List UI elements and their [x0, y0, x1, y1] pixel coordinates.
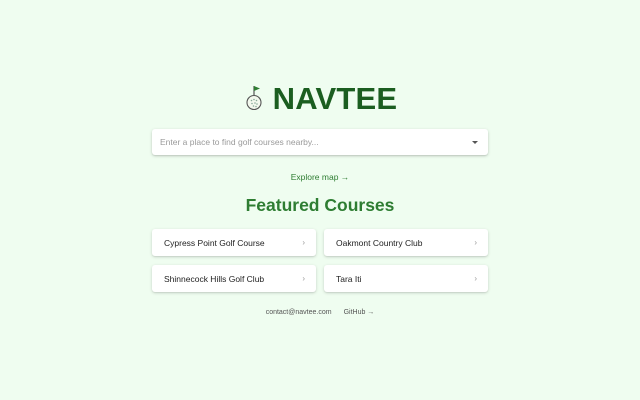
- golf-ball-flag-icon: [246, 86, 262, 111]
- search-box[interactable]: [152, 129, 488, 155]
- github-link[interactable]: GitHub →: [344, 309, 375, 316]
- dropdown-arrow-icon[interactable]: [472, 140, 478, 144]
- brand-header: NAVTEE: [0, 82, 640, 116]
- course-card-oakmont[interactable]: Oakmont Country Club ›: [324, 229, 488, 256]
- chevron-right-icon: ›: [474, 238, 477, 247]
- course-card-cypress-point[interactable]: Cypress Point Golf Course ›: [152, 229, 316, 256]
- home-page: NAVTEE Explore map → Featured Courses Cy…: [0, 0, 640, 400]
- course-name: Cypress Point Golf Course: [164, 237, 265, 248]
- course-name: Oakmont Country Club: [336, 237, 423, 248]
- footer: contact@navtee.com GitHub →: [0, 309, 640, 316]
- chevron-right-icon: ›: [474, 274, 477, 283]
- course-card-tara-iti[interactable]: Tara Iti ›: [324, 265, 488, 292]
- brand-title: NAVTEE: [272, 81, 398, 116]
- chevron-right-icon: ›: [302, 238, 305, 247]
- explore-map-link[interactable]: Explore map →: [0, 172, 640, 182]
- course-card-shinnecock-hills[interactable]: Shinnecock Hills Golf Club ›: [152, 265, 316, 292]
- course-name: Tara Iti: [336, 273, 362, 284]
- search-input[interactable]: [160, 132, 472, 152]
- contact-email-link[interactable]: contact@navtee.com: [266, 309, 332, 316]
- featured-courses-title: Featured Courses: [245, 195, 395, 215]
- course-name: Shinnecock Hills Golf Club: [164, 273, 265, 284]
- chevron-right-icon: ›: [302, 274, 305, 283]
- featured-course-list: Cypress Point Golf Course › Oakmont Coun…: [152, 229, 488, 292]
